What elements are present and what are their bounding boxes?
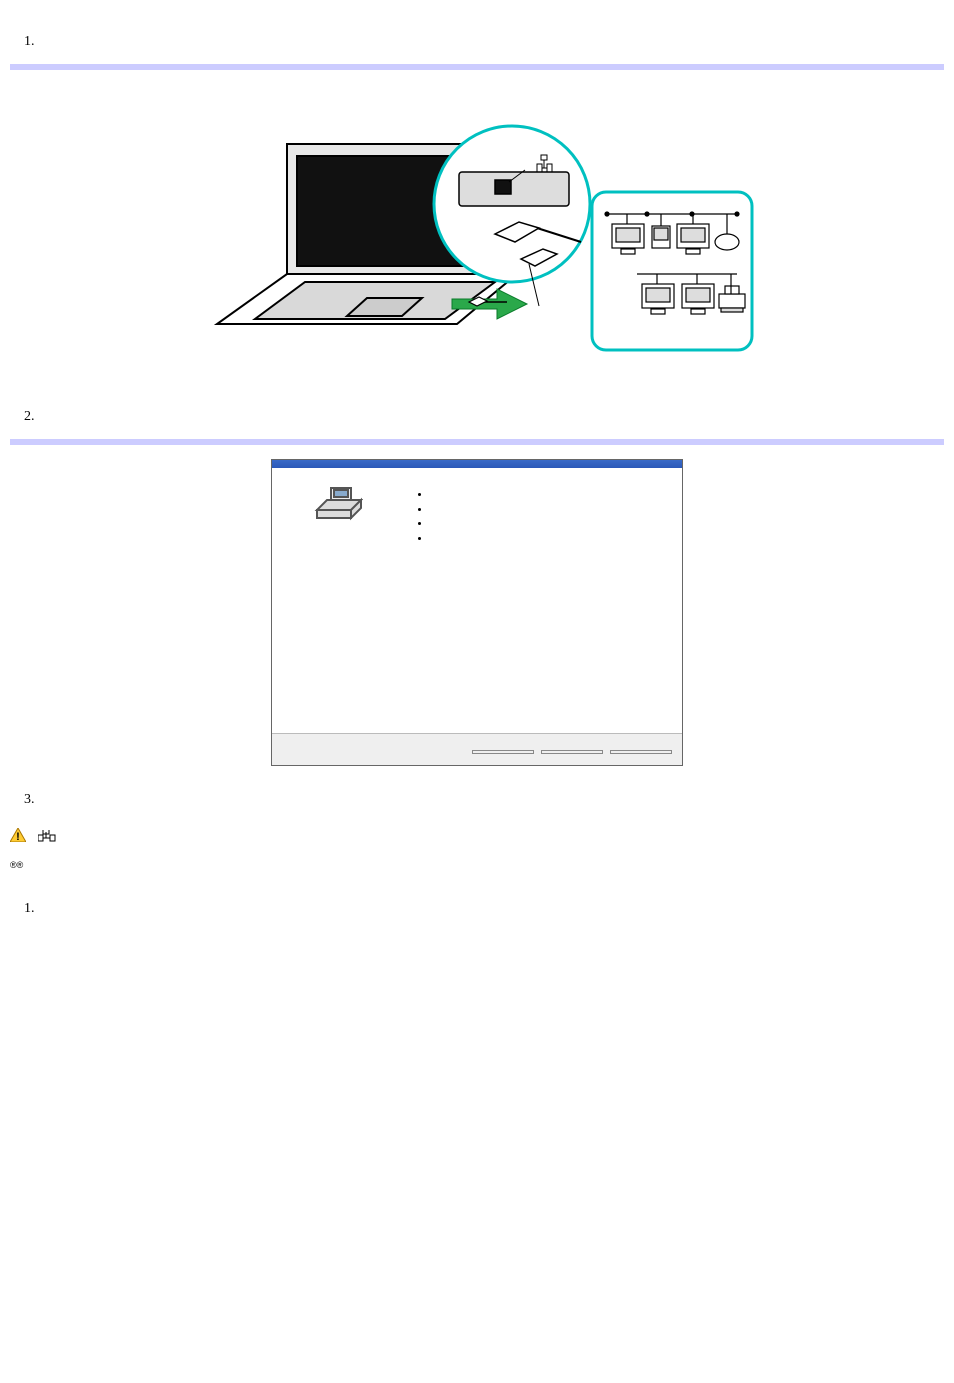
svg-text:!: !	[16, 831, 20, 842]
warning-icon: !	[10, 828, 26, 847]
wizard-cancel-button[interactable]	[610, 750, 672, 754]
figure-wizard	[10, 445, 944, 784]
registered-mark-icon: ®	[17, 860, 24, 870]
wizard-bullet	[430, 532, 668, 546]
remote-step-1	[38, 899, 944, 919]
wizard-next-button[interactable]	[541, 750, 603, 754]
step-2	[38, 407, 944, 427]
wizard-bullet-list	[430, 488, 668, 545]
step-3	[38, 790, 944, 810]
figure-ethernet-cable	[10, 70, 944, 402]
wizard-bullet	[430, 517, 668, 531]
remote-paragraph: ®®	[10, 859, 944, 878]
registered-mark-icon: ®	[10, 860, 17, 870]
ethernet-port-icon	[38, 829, 56, 847]
step-1	[38, 32, 944, 52]
wizard-titlebar	[272, 460, 682, 468]
wizard-sidebar-image	[272, 468, 402, 733]
wizard-bullet	[430, 503, 668, 517]
warning-paragraph: !	[10, 828, 944, 847]
wizard-back-button[interactable]	[472, 750, 534, 754]
wizard-bullet	[430, 488, 668, 502]
